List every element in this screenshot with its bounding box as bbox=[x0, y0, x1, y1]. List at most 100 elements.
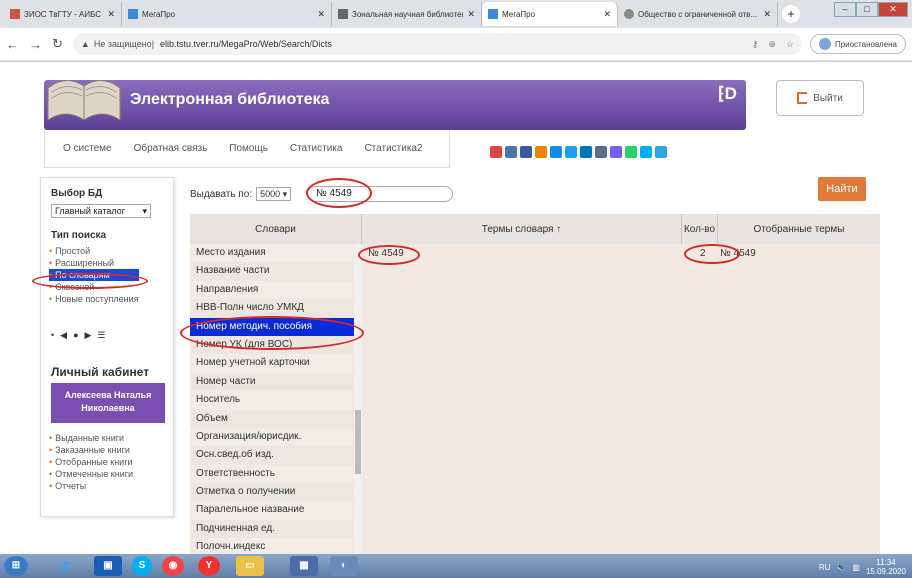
cabinet-links: Выданные книги Заказанные книги Отобранн… bbox=[49, 432, 133, 492]
dict-item[interactable]: НВВ-Полн число УМКД bbox=[190, 299, 362, 317]
nav-link[interactable]: Статистика2 bbox=[364, 143, 422, 154]
dict-item[interactable]: Объем bbox=[190, 410, 362, 428]
dict-item[interactable]: Название части bbox=[190, 262, 362, 280]
nav-link[interactable]: О системе bbox=[63, 143, 112, 154]
key-icon[interactable]: ⚷ bbox=[752, 39, 759, 50]
profile-button[interactable]: Приостановлена bbox=[809, 34, 906, 54]
dictionary-grid: Словари Термы словаря ↑ Кол-во Отобранны… bbox=[190, 214, 880, 557]
linkedin-icon[interactable] bbox=[580, 146, 592, 158]
skype-icon[interactable]: S bbox=[132, 556, 152, 576]
nav-link[interactable]: Статистика bbox=[290, 143, 343, 154]
megapro-logo-icon: ⁅D bbox=[718, 84, 737, 103]
cabinet-link[interactable]: Заказанные книги bbox=[49, 444, 133, 456]
yandex-icon[interactable]: Y bbox=[198, 556, 220, 576]
dict-scrollbar[interactable] bbox=[354, 244, 362, 554]
maximize-button[interactable]: □ bbox=[856, 2, 878, 17]
page: Электронная библиотека ⁅D Выйти О систем… bbox=[0, 62, 912, 557]
app-icon[interactable]: ▦ bbox=[290, 556, 318, 576]
cabinet-link[interactable]: Отобранные книги bbox=[49, 456, 133, 468]
window-controls: – □ ✕ bbox=[834, 2, 908, 17]
volume-icon[interactable]: 🔈 bbox=[836, 563, 846, 572]
dict-item[interactable]: Носитель bbox=[190, 391, 362, 410]
dict-item[interactable]: Место издания bbox=[190, 244, 362, 263]
media-controls[interactable]: •◀●▶☰ bbox=[51, 330, 112, 341]
social-icon[interactable] bbox=[490, 146, 502, 158]
facebook-icon[interactable] bbox=[520, 146, 532, 158]
dict-item[interactable]: Отметка о получении bbox=[190, 483, 362, 501]
zoom-icon[interactable]: ⊕ bbox=[768, 39, 776, 50]
close-window-button[interactable]: ✕ bbox=[878, 2, 908, 17]
forward-icon[interactable]: → bbox=[29, 37, 42, 52]
explorer-icon[interactable]: ▣ bbox=[94, 556, 122, 576]
header-terms[interactable]: Термы словаря ↑ bbox=[362, 214, 682, 244]
browser-tab-active[interactable]: МегаПро ✕ bbox=[482, 2, 618, 26]
globe-icon bbox=[624, 9, 634, 19]
db-heading: Выбор БД bbox=[51, 188, 103, 199]
network-icon[interactable]: ▥ bbox=[852, 563, 860, 572]
star-icon[interactable]: ☆ bbox=[786, 39, 794, 50]
browser-tab[interactable]: ЗИОС ТвГТУ - АИБС МегаПро✕ bbox=[4, 2, 122, 26]
twitter-icon[interactable] bbox=[565, 146, 577, 158]
browser-tab[interactable]: Зональная научная библиотека ✕ bbox=[332, 2, 482, 26]
header-selected[interactable]: Отобранные термы bbox=[718, 214, 880, 244]
dict-item[interactable]: Ответственность bbox=[190, 464, 362, 484]
dict-item[interactable]: Номер части bbox=[190, 373, 362, 391]
search-type-heading: Тип поиска bbox=[51, 230, 107, 241]
db-select[interactable]: Главный каталог ▾ bbox=[51, 204, 151, 218]
search-type-simple[interactable]: Простой bbox=[49, 245, 139, 257]
back-icon[interactable]: ← bbox=[6, 37, 19, 52]
cabinet-link[interactable]: Выданные книги bbox=[49, 432, 133, 444]
cabinet-link[interactable]: Отчеты bbox=[49, 480, 133, 492]
dict-item[interactable]: Организация/юрисдик. bbox=[190, 427, 362, 447]
annotation-ellipse bbox=[358, 245, 420, 265]
browser-tab[interactable]: МегаПро ✕ bbox=[122, 2, 332, 26]
annotation-ellipse bbox=[684, 244, 740, 264]
clock[interactable]: 11:34 15.09.2020 bbox=[866, 558, 906, 576]
address-bar-row: ← → ↻ ▲ Не защищено | elib.tstu.tver.ru/… bbox=[0, 28, 912, 60]
dict-item[interactable]: Номер учетной карточки bbox=[190, 354, 362, 373]
cabinet-link[interactable]: Отмеченные книги bbox=[49, 468, 133, 480]
logout-button[interactable]: Выйти bbox=[776, 80, 864, 116]
app-icon[interactable]: ◐ bbox=[330, 556, 358, 576]
ie-icon[interactable]: e bbox=[52, 556, 80, 576]
close-icon[interactable]: ✕ bbox=[317, 9, 325, 20]
close-icon[interactable]: ✕ bbox=[763, 9, 771, 20]
book-logo-icon bbox=[47, 80, 121, 121]
start-icon[interactable]: ⊞ bbox=[4, 556, 28, 576]
address-bar[interactable]: ▲ Не защищено | elib.tstu.tver.ru/MegaPr… bbox=[72, 33, 802, 55]
scrollbar-thumb[interactable] bbox=[355, 410, 361, 474]
header-count[interactable]: Кол-во bbox=[682, 214, 718, 244]
telegram-icon[interactable] bbox=[655, 146, 667, 158]
search-type-new[interactable]: Новые поступления bbox=[49, 293, 138, 305]
close-icon[interactable]: ✕ bbox=[107, 9, 115, 20]
dict-item[interactable]: Осн.свед.об изд. bbox=[190, 446, 362, 464]
new-tab-button[interactable]: + bbox=[782, 5, 800, 23]
header-dicts[interactable]: Словари bbox=[190, 214, 362, 244]
viber-icon[interactable] bbox=[610, 146, 622, 158]
user-name-button[interactable]: Алексеева Наталья Николаевна bbox=[51, 383, 165, 423]
reload-icon[interactable]: ↻ bbox=[52, 36, 63, 52]
close-icon[interactable]: ✕ bbox=[603, 9, 611, 20]
minimize-button[interactable]: – bbox=[834, 2, 856, 17]
folder-icon[interactable]: ▭ bbox=[236, 556, 264, 576]
find-button[interactable]: Найти bbox=[818, 177, 866, 201]
skype-icon[interactable] bbox=[640, 146, 652, 158]
browser-tab[interactable]: Общество с ограниченной отв... ✕ bbox=[618, 2, 778, 26]
chrome-icon[interactable]: ◉ bbox=[162, 556, 184, 576]
mail-icon[interactable] bbox=[550, 146, 562, 158]
dict-item[interactable]: Подчиненная ед. bbox=[190, 520, 362, 538]
search-type-extended[interactable]: Расширенный bbox=[49, 257, 139, 269]
tab-strip: ЗИОС ТвГТУ - АИБС МегаПро✕ МегаПро✕ Зона… bbox=[0, 0, 912, 26]
issue-select[interactable]: 5000 ▾ bbox=[256, 187, 292, 201]
close-icon[interactable]: ✕ bbox=[467, 9, 475, 20]
whatsapp-icon[interactable] bbox=[625, 146, 637, 158]
vk-icon[interactable] bbox=[505, 146, 517, 158]
dict-item[interactable]: Направления bbox=[190, 280, 362, 300]
email-icon[interactable] bbox=[595, 146, 607, 158]
dict-item[interactable]: Паралельное название bbox=[190, 501, 362, 520]
language-indicator[interactable]: RU bbox=[819, 563, 831, 572]
library-icon bbox=[338, 9, 348, 19]
nav-link[interactable]: Обратная связь bbox=[134, 143, 208, 154]
ok-icon[interactable] bbox=[535, 146, 547, 158]
nav-link[interactable]: Помощь bbox=[229, 143, 268, 154]
